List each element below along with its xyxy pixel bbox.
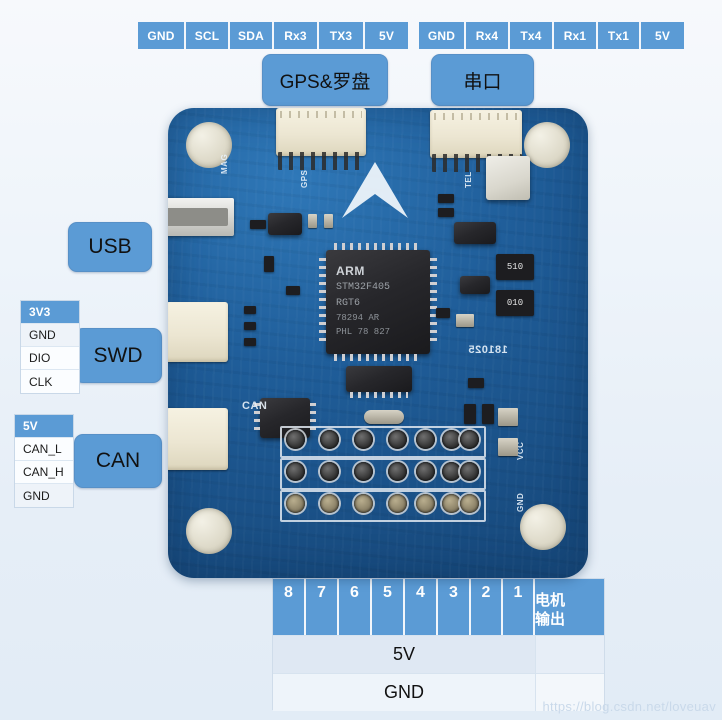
pad-5v-3 <box>442 462 461 481</box>
pad-gnd-6 <box>354 494 373 513</box>
swd-pin-3v3[interactable]: 3V3 <box>21 301 79 324</box>
can-pin-gnd[interactable]: GND <box>15 484 73 507</box>
pad-signal-8 <box>286 430 305 449</box>
ldo-ic <box>268 213 302 235</box>
silk-label-mag: MAG <box>220 153 229 174</box>
motor-table-header-row: 8 7 6 5 4 3 2 1 电机 输出 <box>273 579 604 635</box>
pad-5v-7 <box>320 462 339 481</box>
callout-serial-port[interactable]: 串口 <box>431 54 534 106</box>
motor-output-table: 8 7 6 5 4 3 2 1 电机 输出 5V GND <box>272 578 605 711</box>
pin-cell-rx1[interactable]: Rx1 <box>554 22 598 49</box>
mcu-silk-lot2: PHL 78 827 <box>336 327 391 337</box>
callout-gps-compass[interactable]: GPS&罗盘 <box>262 54 388 106</box>
pin-cell-scl[interactable]: SCL <box>186 22 230 49</box>
pcb-substrate: ARM STM32F405 RGT6 78294 AR PHL 78 827 5… <box>168 108 588 578</box>
motor-table-row-5v: 5V <box>273 635 604 673</box>
watermark-url: https://blog.csdn.net/loveuav <box>542 699 716 714</box>
motor-ch-7[interactable]: 7 <box>306 579 339 635</box>
pad-gnd-5 <box>388 494 407 513</box>
can-pin-stack: 5V CAN_L CAN_H GND <box>14 414 74 508</box>
flight-controller-board-photo: ARM STM32F405 RGT6 78294 AR PHL 78 827 5… <box>168 108 588 578</box>
motor-row-5v-blank <box>535 636 604 673</box>
motor-row-5v-value: 5V <box>392 644 416 664</box>
pin-cell-tx4[interactable]: Tx4 <box>510 22 554 49</box>
jst-connector-gps <box>276 108 366 156</box>
can-pin-can-h[interactable]: CAN_H <box>15 461 73 484</box>
mcu-silk-part: STM32F405 <box>336 282 391 293</box>
motor-output-label-line2: 输出 <box>535 611 566 628</box>
motor-ch-3[interactable]: 3 <box>438 579 471 635</box>
resistor-array-510: 510 <box>496 254 534 280</box>
silk-label-gnd: GND <box>516 492 525 512</box>
crystal-oscillator <box>364 410 404 424</box>
pad-signal-2 <box>460 430 479 449</box>
pin-cell-5v-uart[interactable]: 5V <box>641 22 684 49</box>
pad-5v-6 <box>354 462 373 481</box>
swd-pin-stack: 3V3 GND DIO CLK <box>20 300 80 394</box>
mounting-hole-top-right <box>524 122 570 168</box>
pin-cell-tx1[interactable]: Tx1 <box>598 22 641 49</box>
pad-gnd-3 <box>442 494 461 513</box>
motor-ch-5[interactable]: 5 <box>372 579 405 635</box>
silk-label-gps: GPS <box>300 169 309 188</box>
direction-arrow-icon <box>342 162 408 218</box>
pad-gnd-8 <box>286 494 305 513</box>
gps-compass-pin-header: GND SCL SDA Rx3 TX3 5V <box>138 22 408 49</box>
mosfet-ic <box>460 276 490 294</box>
pin-cell-tx3[interactable]: TX3 <box>319 22 365 49</box>
sensor-ic <box>346 366 412 398</box>
motor-ch-2[interactable]: 2 <box>471 579 503 635</box>
callout-usb[interactable]: USB <box>68 222 152 272</box>
mounting-hole-bottom-right <box>520 504 566 550</box>
pin-cell-sda[interactable]: SDA <box>230 22 274 49</box>
can-pin-can-l[interactable]: CAN_L <box>15 438 73 461</box>
motor-ch-1[interactable]: 1 <box>503 579 535 635</box>
pad-5v-5 <box>388 462 407 481</box>
voltage-regulator <box>454 222 496 244</box>
swd-pin-gnd[interactable]: GND <box>21 324 79 347</box>
pad-signal-5 <box>388 430 407 449</box>
barometer-sensor <box>486 156 530 200</box>
silk-label-datecode: 181025 <box>468 344 508 356</box>
pad-signal-4 <box>416 430 435 449</box>
pin-cell-5v-gps[interactable]: 5V <box>365 22 408 49</box>
jst-connector-telemetry <box>430 110 522 158</box>
micro-usb-port <box>168 198 234 236</box>
pin-cell-rx4[interactable]: Rx4 <box>466 22 510 49</box>
pad-signal-6 <box>354 430 373 449</box>
jst-connector-swd <box>168 302 228 362</box>
can-pin-5v[interactable]: 5V <box>15 415 73 438</box>
pad-5v-2 <box>460 462 479 481</box>
pin-cell-gnd-gps[interactable]: GND <box>138 22 186 49</box>
serial-port-pin-header: GND Rx4 Tx4 Rx1 Tx1 5V <box>419 22 684 49</box>
pad-signal-7 <box>320 430 339 449</box>
motor-ch-8[interactable]: 8 <box>273 579 306 635</box>
mcu-silk-pkg: RGT6 <box>336 298 361 309</box>
pad-gnd-2 <box>460 494 479 513</box>
pad-signal-3 <box>442 430 461 449</box>
pad-5v-8 <box>286 462 305 481</box>
mounting-hole-bottom-left <box>186 508 232 554</box>
silk-label-tel: TEL <box>464 171 473 188</box>
pad-5v-4 <box>416 462 435 481</box>
pin-cell-gnd-uart[interactable]: GND <box>419 22 466 49</box>
jst-connector-can <box>168 408 228 470</box>
motor-output-label-line1: 电机 <box>535 592 566 609</box>
mcu-silk-lot1: 78294 AR <box>336 313 380 323</box>
swd-pin-dio[interactable]: DIO <box>21 347 79 370</box>
motor-row-gnd-value: GND <box>384 682 424 702</box>
motor-ch-4[interactable]: 4 <box>405 579 438 635</box>
motor-output-label: 电机 输出 <box>535 579 604 635</box>
pad-gnd-4 <box>416 494 435 513</box>
pin-cell-rx3[interactable]: Rx3 <box>274 22 319 49</box>
stm32-mcu: ARM STM32F405 RGT6 78294 AR PHL 78 827 <box>319 243 437 361</box>
resistor-array-010: 010 <box>496 290 534 316</box>
swd-pin-clk[interactable]: CLK <box>21 370 79 393</box>
motor-ch-6[interactable]: 6 <box>339 579 372 635</box>
callout-swd[interactable]: SWD <box>74 328 162 383</box>
silk-label-can: CAN <box>242 400 268 412</box>
callout-can[interactable]: CAN <box>74 434 162 488</box>
mcu-silk-arm: ARM <box>336 264 365 278</box>
pad-gnd-7 <box>320 494 339 513</box>
